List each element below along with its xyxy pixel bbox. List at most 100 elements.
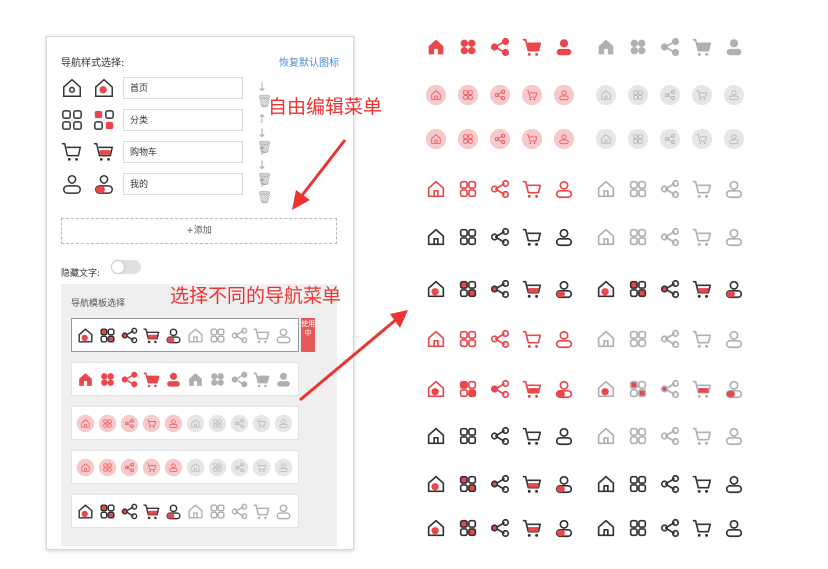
cart-icon[interactable] [521, 328, 547, 354]
home-icon[interactable] [595, 328, 621, 354]
share-icon[interactable] [489, 473, 515, 499]
user-icon[interactable] [723, 328, 749, 354]
user-icon[interactable] [723, 473, 749, 499]
cart-icon[interactable] [521, 425, 547, 451]
home-icon[interactable] [425, 473, 451, 499]
category-icon[interactable] [457, 128, 483, 154]
category-icon[interactable] [457, 226, 483, 252]
share-icon[interactable] [659, 473, 685, 499]
category-icon[interactable] [627, 517, 653, 543]
home-icon[interactable] [425, 36, 451, 62]
home-icon[interactable] [425, 226, 451, 252]
share-icon[interactable] [659, 128, 685, 154]
user-icon[interactable] [553, 378, 579, 404]
cart-icon[interactable] [521, 378, 547, 404]
cart-icon[interactable] [521, 473, 547, 499]
category-icon[interactable] [627, 178, 653, 204]
category-icon[interactable] [627, 278, 653, 304]
user-icon[interactable] [723, 378, 749, 404]
home-icon[interactable] [595, 378, 621, 404]
share-icon[interactable] [489, 84, 515, 110]
user-icon[interactable] [553, 128, 579, 154]
user-icon[interactable] [553, 425, 579, 451]
category-icon[interactable] [457, 425, 483, 451]
home-icon[interactable] [425, 84, 451, 110]
user-icon[interactable] [723, 36, 749, 62]
user-icon[interactable] [553, 473, 579, 499]
user-icon[interactable] [723, 84, 749, 110]
cart-icon[interactable] [691, 473, 717, 499]
category-icon[interactable] [457, 36, 483, 62]
user-icon[interactable] [553, 328, 579, 354]
category-icon[interactable] [627, 226, 653, 252]
home-icon[interactable] [425, 128, 451, 154]
cart-icon[interactable] [691, 226, 717, 252]
share-icon[interactable] [659, 328, 685, 354]
cart-icon[interactable] [691, 378, 717, 404]
category-icon[interactable] [627, 36, 653, 62]
home-icon[interactable] [595, 278, 621, 304]
user-icon[interactable] [723, 128, 749, 154]
category-icon[interactable] [627, 425, 653, 451]
home-icon[interactable] [425, 328, 451, 354]
home-icon[interactable] [425, 178, 451, 204]
user-icon[interactable] [553, 178, 579, 204]
home-icon[interactable] [425, 278, 451, 304]
cart-icon[interactable] [691, 178, 717, 204]
cart-icon[interactable] [521, 278, 547, 304]
category-icon[interactable] [627, 84, 653, 110]
category-icon[interactable] [627, 128, 653, 154]
category-icon[interactable] [627, 378, 653, 404]
share-icon[interactable] [659, 178, 685, 204]
share-icon[interactable] [489, 226, 515, 252]
home-icon[interactable] [595, 128, 621, 154]
share-icon[interactable] [489, 517, 515, 543]
cart-icon[interactable] [691, 328, 717, 354]
category-icon[interactable] [627, 328, 653, 354]
user-icon[interactable] [723, 425, 749, 451]
user-icon[interactable] [723, 178, 749, 204]
category-icon[interactable] [457, 473, 483, 499]
home-icon[interactable] [425, 378, 451, 404]
share-icon[interactable] [659, 425, 685, 451]
category-icon[interactable] [457, 328, 483, 354]
category-icon[interactable] [457, 517, 483, 543]
share-icon[interactable] [659, 378, 685, 404]
share-icon[interactable] [489, 378, 515, 404]
share-icon[interactable] [489, 328, 515, 354]
user-icon[interactable] [553, 36, 579, 62]
home-icon[interactable] [595, 226, 621, 252]
cart-icon[interactable] [691, 128, 717, 154]
share-icon[interactable] [489, 425, 515, 451]
home-icon[interactable] [595, 36, 621, 62]
cart-icon[interactable] [691, 425, 717, 451]
category-icon[interactable] [457, 178, 483, 204]
cart-icon[interactable] [691, 36, 717, 62]
home-icon[interactable] [425, 517, 451, 543]
share-icon[interactable] [659, 84, 685, 110]
home-icon[interactable] [595, 178, 621, 204]
share-icon[interactable] [489, 36, 515, 62]
share-icon[interactable] [659, 517, 685, 543]
home-icon[interactable] [595, 473, 621, 499]
category-icon[interactable] [457, 84, 483, 110]
share-icon[interactable] [659, 36, 685, 62]
cart-icon[interactable] [691, 84, 717, 110]
cart-icon[interactable] [521, 517, 547, 543]
share-icon[interactable] [659, 226, 685, 252]
home-icon[interactable] [595, 517, 621, 543]
share-icon[interactable] [489, 278, 515, 304]
cart-icon[interactable] [691, 517, 717, 543]
cart-icon[interactable] [521, 84, 547, 110]
home-icon[interactable] [425, 425, 451, 451]
user-icon[interactable] [553, 278, 579, 304]
user-icon[interactable] [553, 226, 579, 252]
share-icon[interactable] [489, 128, 515, 154]
cart-icon[interactable] [521, 128, 547, 154]
share-icon[interactable] [489, 178, 515, 204]
home-icon[interactable] [595, 425, 621, 451]
user-icon[interactable] [723, 517, 749, 543]
category-icon[interactable] [457, 378, 483, 404]
user-icon[interactable] [723, 278, 749, 304]
category-icon[interactable] [627, 473, 653, 499]
